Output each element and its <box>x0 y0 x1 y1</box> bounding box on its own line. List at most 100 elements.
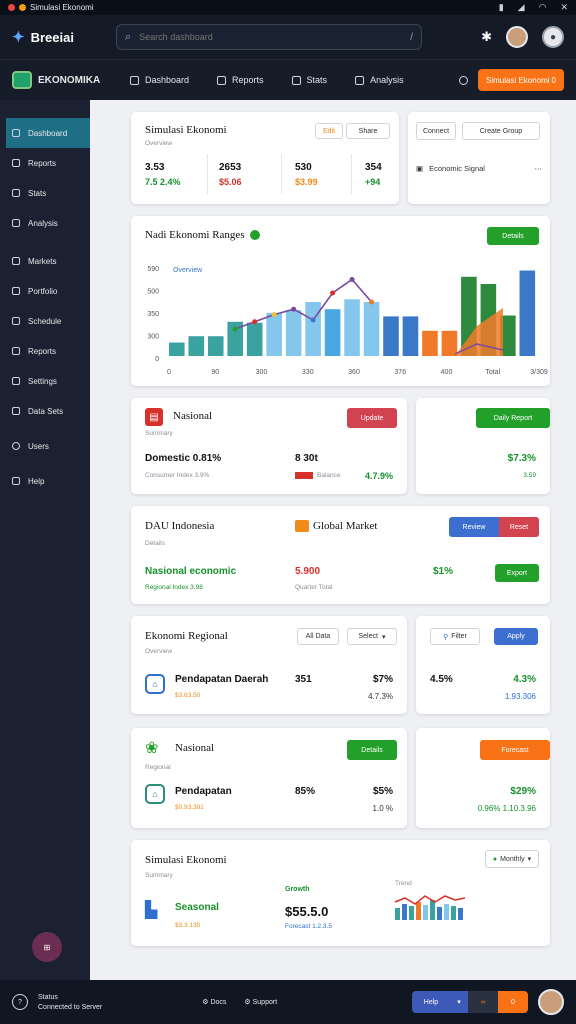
pendapatan-label: Pendapatan <box>175 786 232 797</box>
card-subtitle: Summary <box>145 872 173 879</box>
sidebar-item-stats[interactable]: Stats <box>0 178 90 208</box>
sidebar-item-analysis[interactable]: Analysis <box>0 208 90 238</box>
avatar[interactable] <box>506 26 528 48</box>
update-button[interactable]: Update <box>347 408 397 428</box>
sidebar-item-users[interactable]: Users <box>0 426 90 466</box>
sidebar-action-button[interactable]: ⊞ <box>32 932 62 962</box>
nav-item-stats[interactable]: Stats <box>291 75 327 85</box>
sidebar-item-settings[interactable]: Settings <box>0 366 90 396</box>
sidebar-item-label: Reports <box>28 158 57 168</box>
trend-point <box>252 319 258 325</box>
nav-logo[interactable]: EKONOMIKA <box>12 71 130 89</box>
export-button[interactable]: Export <box>495 564 539 582</box>
user-profile-icon[interactable]: ● <box>542 26 564 48</box>
signal-row[interactable]: ▣ Economic Signal ⋯ <box>416 164 542 173</box>
card-title: Simulasi Ekonomi <box>145 854 227 866</box>
global-market-title: Global Market <box>295 520 377 532</box>
simulasi-button[interactable]: Simulasi Ekonomi 0 <box>478 69 564 91</box>
search-box[interactable]: ⌕ / <box>116 24 422 50</box>
bar <box>422 330 438 356</box>
nav-item-dashboard[interactable]: Dashboard <box>130 75 189 85</box>
sidebar-item-reports[interactable]: Reports <box>0 148 90 178</box>
card-subtitle: Details <box>145 540 165 547</box>
share-tab[interactable]: Share <box>346 123 390 139</box>
close-window-icon[interactable] <box>8 4 15 11</box>
search-input[interactable] <box>139 32 403 42</box>
loop-icon[interactable]: ∞ <box>468 991 498 1013</box>
docs-link[interactable]: ⚙ Docs <box>202 998 226 1006</box>
sidebar-item-reports-2[interactable]: Reports <box>0 336 90 366</box>
apply-button[interactable]: Apply <box>494 628 538 645</box>
bar <box>169 342 185 356</box>
details-button[interactable]: Details <box>347 740 397 760</box>
bar <box>402 316 419 356</box>
cta-label: Simulasi Ekonomi <box>486 75 550 85</box>
card-title: Ekonomi Regional <box>145 630 228 642</box>
logo-text: EKONOMIKA <box>38 74 101 86</box>
analysis-icon <box>12 219 20 227</box>
radio-icon[interactable] <box>459 75 468 85</box>
bookmark-icon[interactable]: ▾ <box>450 991 468 1013</box>
minimize-window-icon[interactable] <box>19 4 26 11</box>
daily-report-button[interactable]: Daily Report <box>476 408 550 428</box>
more-icon[interactable]: ⋯ <box>535 164 543 173</box>
x-tick-label: 3/309 <box>530 369 548 376</box>
stat-value: 2653 <box>219 162 242 173</box>
analysis-icon <box>355 75 365 85</box>
connect-button[interactable]: Connect <box>416 122 456 140</box>
sidebar-item-label: Stats <box>28 188 47 198</box>
review-button[interactable]: Review <box>449 517 499 537</box>
daily-report-card: Daily Report $7.3% 3.59 <box>416 398 550 494</box>
side-card: Connect Create Group ▣ Economic Signal ⋯ <box>408 112 550 204</box>
bar <box>305 302 321 356</box>
nav-item-reports[interactable]: Reports <box>217 75 264 85</box>
markets-icon <box>12 257 20 265</box>
select-label: Select <box>358 633 378 640</box>
trend-point <box>349 277 355 282</box>
reports-icon <box>12 159 20 167</box>
card-subtitle: Regional <box>145 764 171 771</box>
record-button[interactable]: 0 <box>498 991 528 1013</box>
help-icon <box>12 477 20 485</box>
trend-point <box>291 306 297 312</box>
sidebar-item-datasets[interactable]: Data Sets <box>0 396 90 426</box>
global-market-text: Global Market <box>313 520 378 532</box>
monthly-dropdown[interactable]: ● Monthly ▾ <box>485 850 539 868</box>
y-tick-label: 590 <box>147 266 159 273</box>
percent-value: 85% <box>295 786 316 797</box>
help-button[interactable]: Help <box>412 991 450 1013</box>
growth-sub: Forecast 1.2.3.5 <box>285 923 332 930</box>
avatar[interactable] <box>538 989 564 1015</box>
consumer-detail: Consumer Index 3.9% <box>145 472 210 479</box>
sidebar-item-markets[interactable]: Markets <box>0 246 90 276</box>
balance-sub-label: Balance <box>317 472 341 479</box>
puzzle-icon[interactable]: ✱ <box>481 29 492 45</box>
support-link[interactable]: ⚙ Support <box>244 998 277 1006</box>
details-button[interactable]: Details <box>487 227 539 245</box>
sidebar-item-portfolio[interactable]: Portfolio <box>0 276 90 306</box>
sidebar-item-help[interactable]: Help <box>0 466 90 496</box>
filter-card: ⚲ Filter Apply 4.5% 4.3% 1.93.306 <box>416 616 550 714</box>
reset-button[interactable]: Reset <box>499 517 539 537</box>
sidebar-item-schedule[interactable]: Schedule <box>0 306 90 336</box>
reports-icon <box>217 75 227 85</box>
sidebar-item-label: Markets <box>28 256 57 266</box>
logo-icon <box>12 71 32 89</box>
brand[interactable]: ✦ Breeiai <box>12 28 116 46</box>
forecast-button[interactable]: Forecast <box>480 740 550 760</box>
filter-button[interactable]: ⚲ Filter <box>430 628 480 645</box>
select-dropdown[interactable]: Select ▾ <box>347 628 397 645</box>
create-group-button[interactable]: Create Group <box>462 122 540 140</box>
close-icon[interactable]: ✕ <box>560 2 568 13</box>
edit-tab[interactable]: Edit <box>315 123 343 139</box>
x-tick-label: 330 <box>302 369 314 376</box>
help-circle-icon[interactable]: ? <box>12 994 28 1010</box>
regional-card: Ekonomi Regional Overview All Data Selec… <box>131 616 407 714</box>
sidebar-item-dashboard[interactable]: Dashboard <box>6 118 90 148</box>
portfolio-icon <box>12 287 20 295</box>
connect-label: Connect <box>422 127 450 135</box>
sidebar-item-label: Data Sets <box>28 406 64 416</box>
all-data-dropdown[interactable]: All Data <box>297 628 339 645</box>
card-title: Simulasi Ekonomi <box>145 124 227 136</box>
nav-item-analysis[interactable]: Analysis <box>355 75 404 85</box>
